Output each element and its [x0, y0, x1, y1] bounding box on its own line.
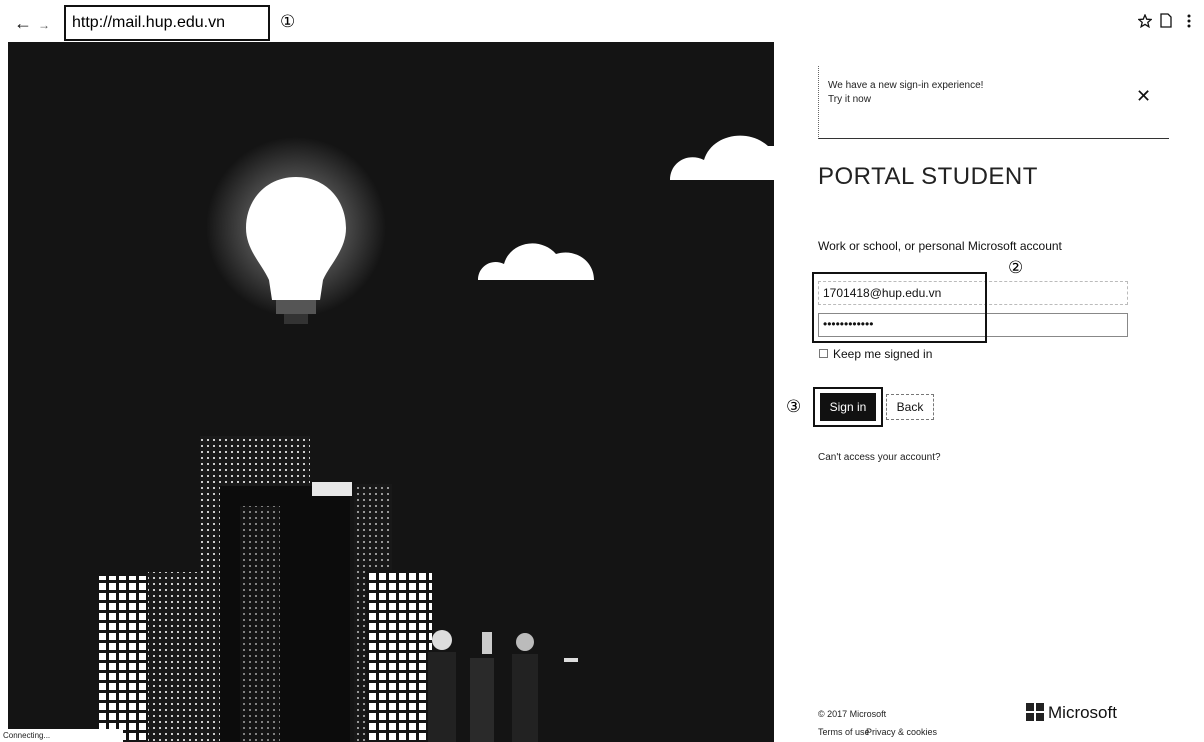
city-illustration	[96, 135, 774, 742]
step-marker-2: ②	[1008, 258, 1024, 278]
privacy-link[interactable]: Privacy & cookies	[866, 727, 937, 737]
copyright-text: © 2017 Microsoft	[818, 709, 887, 719]
microsoft-logo-icon	[1026, 703, 1044, 721]
credentials-highlight-box	[812, 272, 987, 343]
star-icon[interactable]	[1138, 14, 1152, 28]
address-bar[interactable]: http://mail.hup.edu.vn	[64, 5, 270, 41]
browser-toolbar: ← → http://mail.hup.edu.vn ①	[0, 0, 1204, 42]
terms-link[interactable]: Terms of use	[818, 727, 870, 737]
menu-dots-icon[interactable]	[1186, 13, 1192, 29]
microsoft-wordmark: Microsoft	[1048, 703, 1117, 722]
cant-access-link[interactable]: Can't access your account?	[818, 452, 941, 463]
back-arrow-icon[interactable]: ←	[14, 14, 32, 32]
status-bar: Connecting...	[0, 729, 123, 742]
keep-signed-in-checkbox[interactable]	[819, 349, 828, 358]
banner-link[interactable]: Try it now	[828, 94, 871, 105]
step-marker-3: ③	[786, 397, 802, 417]
step-marker-1: ①	[280, 12, 296, 32]
keep-signed-in-label[interactable]: Keep me signed in	[833, 347, 932, 361]
banner-title: We have a new sign-in experience!	[828, 80, 984, 91]
forward-arrow-icon[interactable]: →	[38, 16, 50, 34]
sign-in-button[interactable]: Sign in	[820, 393, 876, 421]
back-button[interactable]: Back	[886, 394, 934, 420]
hero-illustration	[8, 42, 774, 742]
page-title: PORTAL STUDENT	[818, 163, 1038, 190]
account-label: Work or school, or personal Microsoft ac…	[818, 239, 1062, 253]
page-icon[interactable]	[1160, 13, 1172, 28]
close-icon[interactable]: ✕	[1136, 86, 1151, 107]
